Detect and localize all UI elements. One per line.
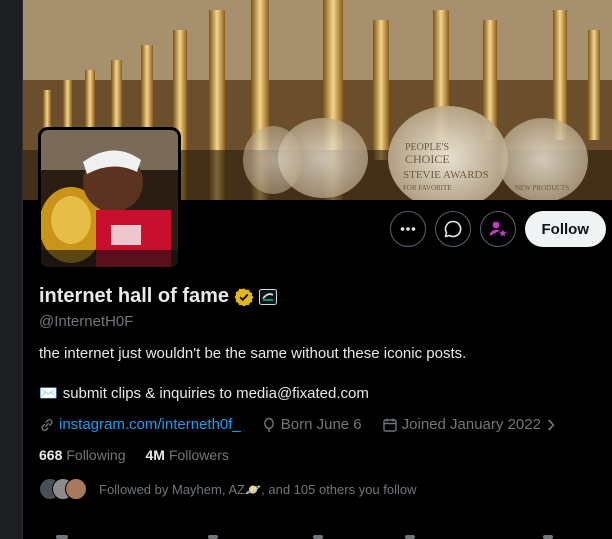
joined-item: Joined January 2022 xyxy=(382,416,557,433)
banner-text: CHOICE xyxy=(405,152,450,166)
follower-avatars xyxy=(39,478,89,502)
avatar xyxy=(65,478,87,500)
tab-indicator[interactable] xyxy=(313,535,323,539)
message-button[interactable] xyxy=(434,211,471,247)
avatar-image xyxy=(41,130,178,267)
balloon-icon xyxy=(263,417,274,432)
following-label: Following xyxy=(66,447,126,463)
follow-button[interactable]: Follow xyxy=(524,211,606,247)
tab-indicator[interactable] xyxy=(405,535,415,539)
bio-line: the internet just wouldn't be the same w… xyxy=(39,345,467,362)
name-row: internet hall of fame xyxy=(39,285,278,308)
avatar[interactable] xyxy=(38,127,181,270)
followed-by-row[interactable]: Followed by Mayhem, AZ🪐, and 105 others … xyxy=(39,478,417,502)
following-link[interactable]: 668 Following xyxy=(39,447,126,463)
envelope-icon: ✉️ xyxy=(39,385,58,402)
banner-text: NEW PRODUCTS xyxy=(515,184,569,192)
tab-indicator[interactable] xyxy=(543,535,553,539)
joined-text: Joined January 2022 xyxy=(401,416,541,433)
birthday-item: Born June 6 xyxy=(261,416,362,433)
subscribe-button[interactable] xyxy=(479,211,516,247)
following-count: 668 xyxy=(39,447,63,463)
chevron-right-icon[interactable] xyxy=(545,418,557,432)
more-horizontal-icon xyxy=(400,227,415,231)
profile-tabs xyxy=(23,533,612,539)
verified-badge-icon[interactable] xyxy=(234,287,254,307)
display-name: internet hall of fame xyxy=(39,285,230,307)
website-link[interactable]: instagram.com/interneth0f_ xyxy=(59,416,241,433)
followers-link[interactable]: 4M Followers xyxy=(146,447,229,463)
followed-by-text: Followed by Mayhem, AZ🪐, and 105 others … xyxy=(99,482,417,497)
follow-counts: 668 Following 4M Followers xyxy=(39,447,229,463)
affiliate-badge-icon[interactable] xyxy=(259,288,278,305)
website-item: instagram.com/interneth0f_ xyxy=(39,416,241,433)
banner-text: FOR FAVORITE xyxy=(403,184,452,192)
left-rail xyxy=(0,0,23,539)
bio-contact: ✉️ submit clips & inquiries to media@fix… xyxy=(39,384,369,403)
profile-actions: Follow xyxy=(389,211,606,247)
link-icon xyxy=(41,418,53,431)
tab-indicator[interactable] xyxy=(56,535,68,539)
message-bubble-icon xyxy=(444,220,461,238)
banner-text: STEVIE AWARDS xyxy=(403,169,489,181)
birthday-text: Born June 6 xyxy=(280,416,362,433)
followers-count: 4M xyxy=(145,447,165,463)
person-star-icon xyxy=(489,221,506,237)
more-button[interactable] xyxy=(389,211,426,247)
followers-label: Followers xyxy=(168,447,229,463)
handle: @InternetH0F xyxy=(39,313,134,330)
bio-contact-text: submit clips & inquiries to media@fixate… xyxy=(62,384,369,402)
tab-indicator[interactable] xyxy=(208,535,218,539)
calendar-icon xyxy=(382,418,397,432)
profile-meta: instagram.com/interneth0f_ Born June 6 J… xyxy=(39,416,557,433)
